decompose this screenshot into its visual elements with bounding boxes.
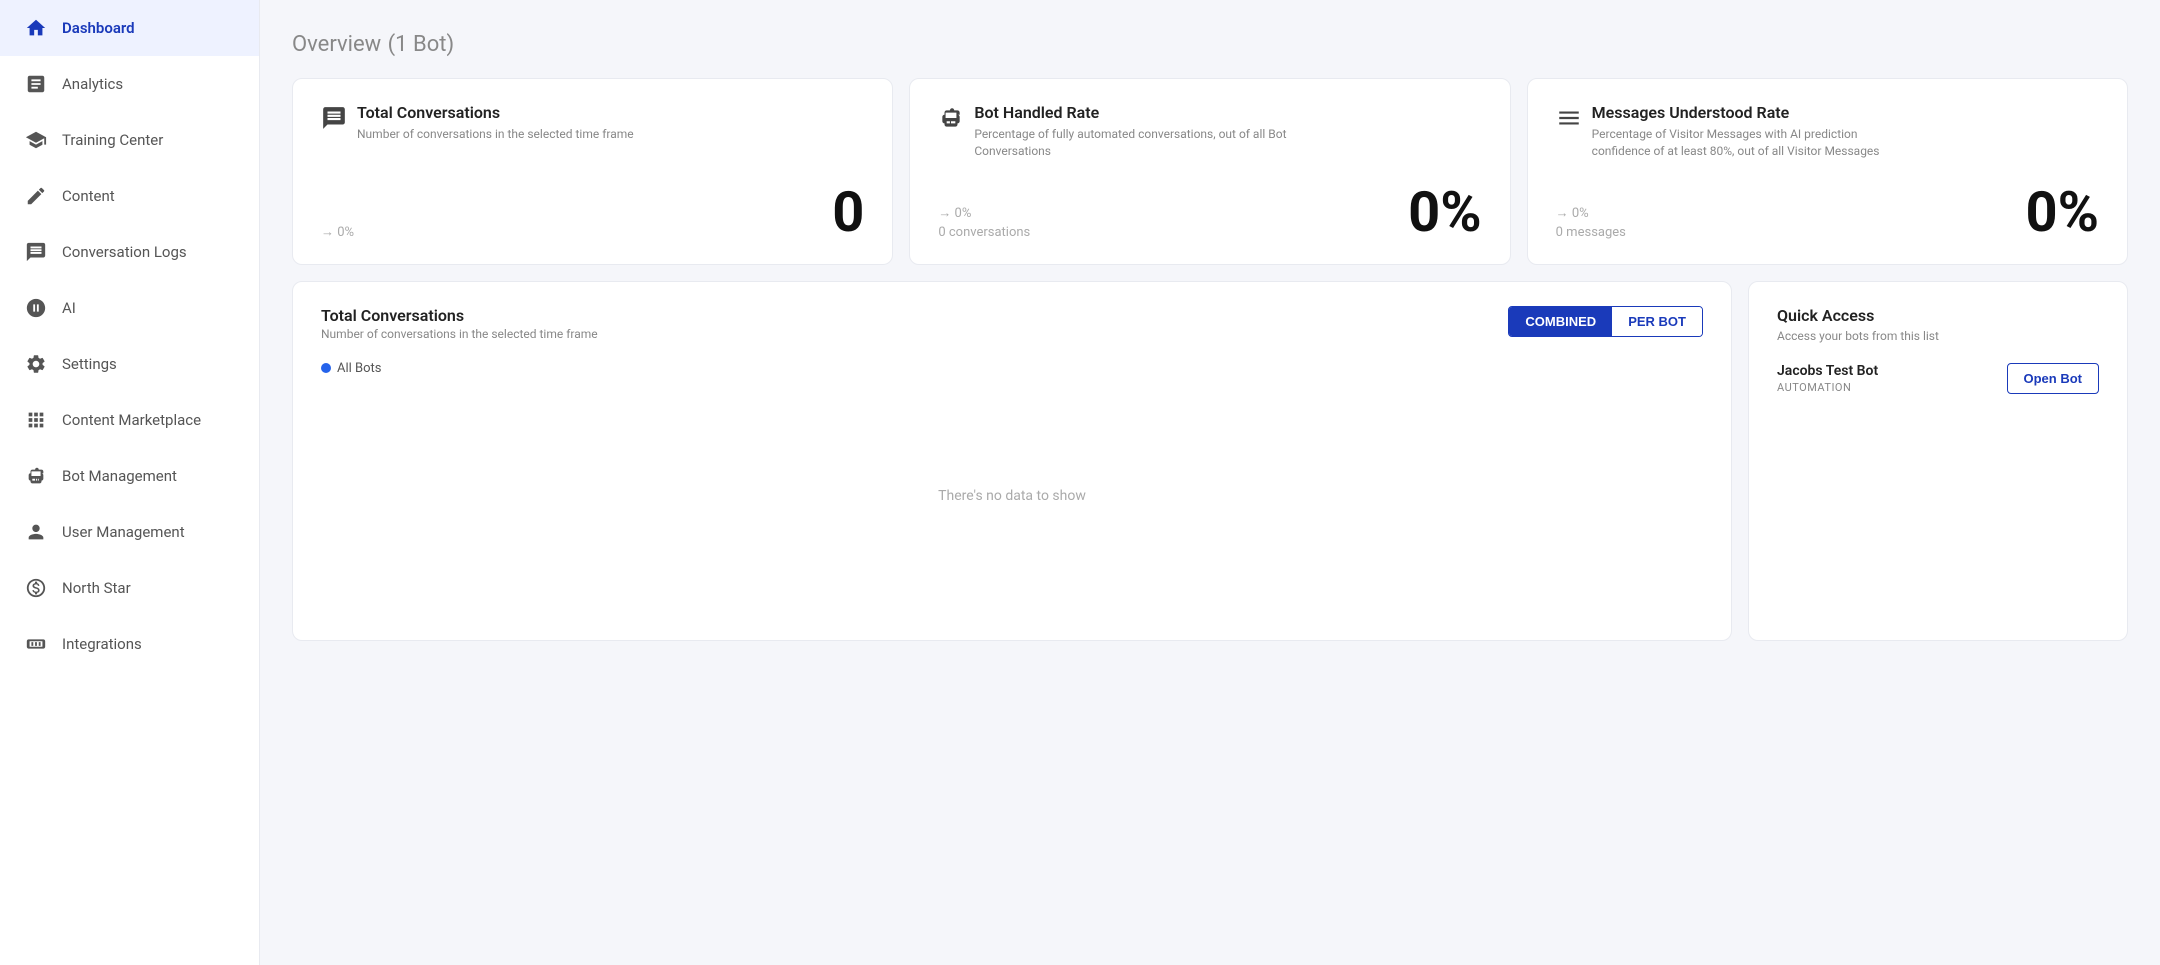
bottom-row: Total Conversations Number of conversati… [260, 281, 2160, 657]
sidebar-label-ai: AI [62, 299, 76, 317]
chart-empty-state: There's no data to show [321, 376, 1703, 616]
stat-value-3: 0% [2025, 184, 2099, 240]
sidebar: Dashboard Analytics Training Center Cont… [0, 0, 260, 965]
quick-access-card: Quick Access Access your bots from this … [1748, 281, 2128, 641]
per-bot-button[interactable]: PER BOT [1612, 307, 1702, 336]
chart-card: Total Conversations Number of conversati… [292, 281, 1732, 641]
chart-header: Total Conversations Number of conversati… [321, 306, 1703, 341]
sidebar-label-user-management: User Management [62, 523, 185, 541]
stat-value-2: 0% [1408, 184, 1482, 240]
stat-footer-2: → 0% 0 conversations 0% [938, 184, 1481, 240]
sidebar-item-content-marketplace[interactable]: Content Marketplace [0, 392, 259, 448]
stat-info-3: Messages Understood Rate Percentage of V… [1592, 103, 1912, 160]
training-icon [24, 128, 48, 152]
stat-change-3: → 0% [1556, 205, 1626, 221]
stat-title-2: Bot Handled Rate [974, 103, 1294, 122]
sidebar-item-content[interactable]: Content [0, 168, 259, 224]
chart-legend: All Bots [321, 361, 1703, 376]
chart-title: Total Conversations [321, 306, 598, 325]
analytics-icon [24, 72, 48, 96]
ai-icon [24, 296, 48, 320]
sidebar-item-conversation-logs[interactable]: Conversation Logs [0, 224, 259, 280]
stat-sub-3: 0 messages [1556, 225, 1626, 240]
quick-access-desc: Access your bots from this list [1777, 329, 2099, 343]
stat-desc-3: Percentage of Visitor Messages with AI p… [1592, 126, 1912, 160]
marketplace-icon [24, 408, 48, 432]
bot-info: Jacobs Test Bot AUTOMATION [1777, 363, 1878, 394]
quick-access-title: Quick Access [1777, 306, 2099, 325]
stat-info-2: Bot Handled Rate Percentage of fully aut… [974, 103, 1294, 160]
stat-title-1: Total Conversations [357, 103, 634, 122]
content-icon [24, 184, 48, 208]
sidebar-item-settings[interactable]: Settings [0, 336, 259, 392]
stat-desc-2: Percentage of fully automated conversati… [974, 126, 1294, 160]
sidebar-label-conversation-logs: Conversation Logs [62, 243, 187, 261]
page-header: Overview (1 Bot) [260, 0, 2160, 78]
chat-lines-icon [321, 105, 347, 136]
legend-dot [321, 363, 331, 373]
home-icon [24, 16, 48, 40]
stat-info-1: Total Conversations Number of conversati… [357, 103, 634, 143]
stat-sub-2: 0 conversations [938, 225, 1030, 240]
legend-label: All Bots [337, 361, 382, 376]
stat-change-1: → 0% [321, 224, 354, 240]
stat-card-messages-understood: Messages Understood Rate Percentage of V… [1527, 78, 2128, 265]
users-icon [24, 520, 48, 544]
integrations-icon [24, 632, 48, 656]
stat-card-header-1: Total Conversations Number of conversati… [321, 103, 864, 143]
stat-change-2: → 0% [938, 205, 1030, 221]
stat-value-1: 0 [832, 184, 864, 240]
sidebar-label-training: Training Center [62, 131, 163, 149]
stat-card-total-conversations: Total Conversations Number of conversati… [292, 78, 893, 265]
sidebar-item-bot-management[interactable]: Bot Management [0, 448, 259, 504]
sidebar-item-training-center[interactable]: Training Center [0, 112, 259, 168]
stat-footer-1: → 0% 0 [321, 184, 864, 240]
main-content: Overview (1 Bot) Total Conversations Num… [260, 0, 2160, 965]
sidebar-label-content-marketplace: Content Marketplace [62, 411, 201, 429]
stat-title-3: Messages Understood Rate [1592, 103, 1912, 122]
sidebar-label-settings: Settings [62, 355, 117, 373]
sidebar-label-integrations: Integrations [62, 635, 142, 653]
bot-name: Jacobs Test Bot [1777, 363, 1878, 379]
stat-desc-1: Number of conversations in the selected … [357, 126, 634, 143]
sidebar-item-ai[interactable]: AI [0, 280, 259, 336]
sidebar-item-north-star[interactable]: North Star [0, 560, 259, 616]
bot-type: AUTOMATION [1777, 381, 1878, 394]
sidebar-label-north-star: North Star [62, 579, 131, 597]
sidebar-item-integrations[interactable]: Integrations [0, 616, 259, 672]
stat-card-bot-handled: Bot Handled Rate Percentage of fully aut… [909, 78, 1510, 265]
combined-button[interactable]: COMBINED [1509, 307, 1612, 336]
chart-desc: Number of conversations in the selected … [321, 327, 598, 341]
chart-title-area: Total Conversations Number of conversati… [321, 306, 598, 341]
sidebar-label-content: Content [62, 187, 115, 205]
chat-icon [24, 240, 48, 264]
stats-grid: Total Conversations Number of conversati… [260, 78, 2160, 281]
sidebar-label-analytics: Analytics [62, 75, 123, 93]
sidebar-item-user-management[interactable]: User Management [0, 504, 259, 560]
sidebar-label-bot-management: Bot Management [62, 467, 177, 485]
open-bot-button[interactable]: Open Bot [2007, 363, 2100, 394]
lines-chart-icon [1556, 105, 1582, 136]
northstar-icon [24, 576, 48, 600]
sidebar-item-dashboard[interactable]: Dashboard [0, 0, 259, 56]
chart-toggle: COMBINED PER BOT [1508, 306, 1703, 337]
bot-icon [24, 464, 48, 488]
bot-row: Jacobs Test Bot AUTOMATION Open Bot [1777, 363, 2099, 394]
sidebar-label-dashboard: Dashboard [62, 19, 135, 37]
bot-face-icon [938, 105, 964, 136]
stat-footer-3: → 0% 0 messages 0% [1556, 184, 2099, 240]
page-title: Overview (1 Bot) [292, 28, 2128, 58]
sidebar-item-analytics[interactable]: Analytics [0, 56, 259, 112]
settings-icon [24, 352, 48, 376]
stat-card-header-2: Bot Handled Rate Percentage of fully aut… [938, 103, 1481, 160]
stat-card-header-3: Messages Understood Rate Percentage of V… [1556, 103, 2099, 160]
